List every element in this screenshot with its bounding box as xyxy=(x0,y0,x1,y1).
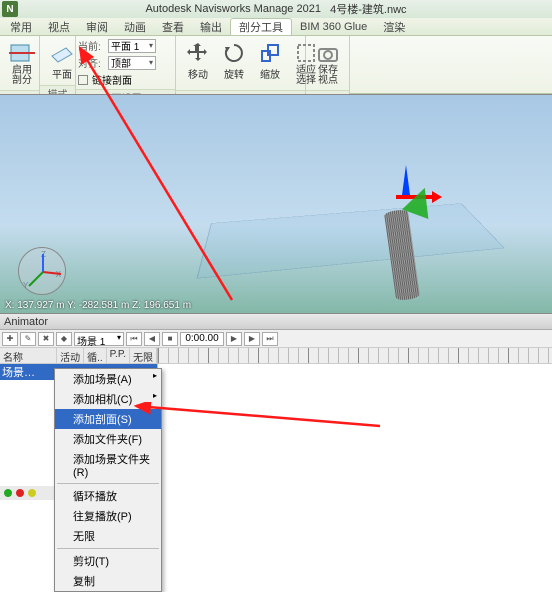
move-icon xyxy=(184,40,212,66)
tab-viewpoint[interactable]: 视点 xyxy=(40,18,78,35)
menu-separator xyxy=(57,483,159,484)
menu-add-section[interactable]: 添加剖面(S) xyxy=(55,409,161,429)
current-plane-label: 当前: xyxy=(78,38,106,53)
tab-output[interactable]: 输出 xyxy=(192,18,230,35)
menu-separator-2 xyxy=(57,548,159,549)
app-logo-icon: N xyxy=(2,1,18,17)
rewind-button[interactable]: ⏮ xyxy=(126,332,142,346)
tab-render[interactable]: 渲染 xyxy=(375,18,413,35)
status-dot-red-icon xyxy=(16,489,24,497)
menu-add-camera[interactable]: 添加相机(C) xyxy=(55,389,161,409)
menu-add-scene[interactable]: 添加场景(A) xyxy=(55,369,161,389)
menu-cut[interactable]: 剪切(T) xyxy=(55,551,161,571)
menu-loop[interactable]: 循环播放 xyxy=(55,486,161,506)
viewport-3d[interactable]: Z X Y X: 137.927 m Y: -282.581 m Z: 196.… xyxy=(0,94,552,314)
anim-prop-button[interactable]: ✎ xyxy=(20,332,36,346)
section-icon xyxy=(8,40,36,66)
scene-select[interactable]: 场景 1 xyxy=(74,332,124,346)
doc-title: 4号楼-建筑.nwc xyxy=(330,1,406,17)
menu-add-folder[interactable]: 添加文件夹(F) xyxy=(55,429,161,449)
animator-toolbar: ✚ ✎ ✖ ◆ 场景 1 ⏮ ◀ ■ 0:00.00 ▶ ▶ ⏭ xyxy=(0,330,552,348)
time-display[interactable]: 0:00.00 xyxy=(180,332,224,346)
scale-button[interactable]: 缩放 xyxy=(252,38,288,83)
fast-fwd-button[interactable]: ⏭ xyxy=(262,332,278,346)
col-inf: 无限 xyxy=(130,348,157,363)
plane-icon xyxy=(48,40,76,66)
tab-section-tools[interactable]: 剖分工具 xyxy=(230,18,292,35)
timeline-ruler[interactable] xyxy=(158,348,552,364)
link-section-label: 链接剖面 xyxy=(92,72,132,87)
plane-mode-button[interactable]: 平面 xyxy=(44,38,80,83)
ribbon-tabs: 常用 视点 审阅 动画 查看 输出 剖分工具 BIM 360 Glue 渲染 xyxy=(0,18,552,36)
status-dot-green-icon xyxy=(4,489,12,497)
scale-icon xyxy=(256,40,284,66)
col-name: 名称 xyxy=(0,348,57,363)
rotate-icon xyxy=(220,40,248,66)
menu-add-scene-folder[interactable]: 添加场景文件夹(R) xyxy=(55,449,161,481)
anim-del-button[interactable]: ✖ xyxy=(38,332,54,346)
menu-pingpong[interactable]: 往复播放(P) xyxy=(55,506,161,526)
cursor-coordinates: X: 137.927 m Y: -282.581 m Z: 196.651 m xyxy=(5,300,191,311)
current-plane-combo[interactable]: 平面 1 xyxy=(108,39,156,53)
play-button[interactable]: ▶ xyxy=(226,332,242,346)
timeline[interactable] xyxy=(158,348,552,500)
step-back-button[interactable]: ◀ xyxy=(144,332,160,346)
align-label: 对齐: xyxy=(78,55,106,70)
animator-panel-title: Animator xyxy=(0,314,552,330)
stop-button[interactable]: ■ xyxy=(162,332,178,346)
section-plane xyxy=(196,203,505,278)
tree-header: 名称 活动 循.. P.P. 无限 xyxy=(0,348,157,364)
move-button[interactable]: 移动 xyxy=(180,38,216,83)
step-fwd-button[interactable]: ▶ xyxy=(244,332,260,346)
tab-bim360[interactable]: BIM 360 Glue xyxy=(292,18,375,35)
model xyxy=(120,135,522,273)
title-bar: N Autodesk Navisworks Manage 2021 4号楼-建筑… xyxy=(0,0,552,18)
menu-infinite[interactable]: 无限 xyxy=(55,526,161,546)
context-menu: 添加场景(A) 添加相机(C) 添加剖面(S) 添加文件夹(F) 添加场景文件夹… xyxy=(54,368,162,592)
rotate-button[interactable]: 旋转 xyxy=(216,38,252,83)
tab-review[interactable]: 审阅 xyxy=(78,18,116,35)
anim-key-button[interactable]: ◆ xyxy=(56,332,72,346)
axis-gizmo[interactable] xyxy=(396,195,434,199)
view-compass[interactable]: Z X Y xyxy=(18,247,66,295)
anim-add-button[interactable]: ✚ xyxy=(2,332,18,346)
ribbon: 启用 剖分 启用 平面 模式 当前: 平面 1 对齐: 顶部 链接剖面 xyxy=(0,36,552,94)
save-viewpoint-button[interactable]: 保存 视点 xyxy=(310,38,346,88)
status-dot-yellow-icon xyxy=(28,489,36,497)
tab-animation[interactable]: 动画 xyxy=(116,18,154,35)
tab-view[interactable]: 查看 xyxy=(154,18,192,35)
app-title: Autodesk Navisworks Manage 2021 xyxy=(145,3,320,15)
col-active: 活动 xyxy=(57,348,84,363)
tab-home[interactable]: 常用 xyxy=(2,18,40,35)
col-pp: P.P. xyxy=(107,348,130,363)
menu-copy[interactable]: 复制 xyxy=(55,571,161,591)
enable-section-button[interactable]: 启用 剖分 xyxy=(4,38,40,88)
col-loop: 循.. xyxy=(84,348,107,363)
axis-z-icon xyxy=(402,165,410,195)
camera-save-icon xyxy=(314,40,342,66)
link-section-checkbox[interactable] xyxy=(78,75,88,85)
align-combo[interactable]: 顶部 xyxy=(108,56,156,70)
tree-row-label: 场景… xyxy=(2,364,35,380)
